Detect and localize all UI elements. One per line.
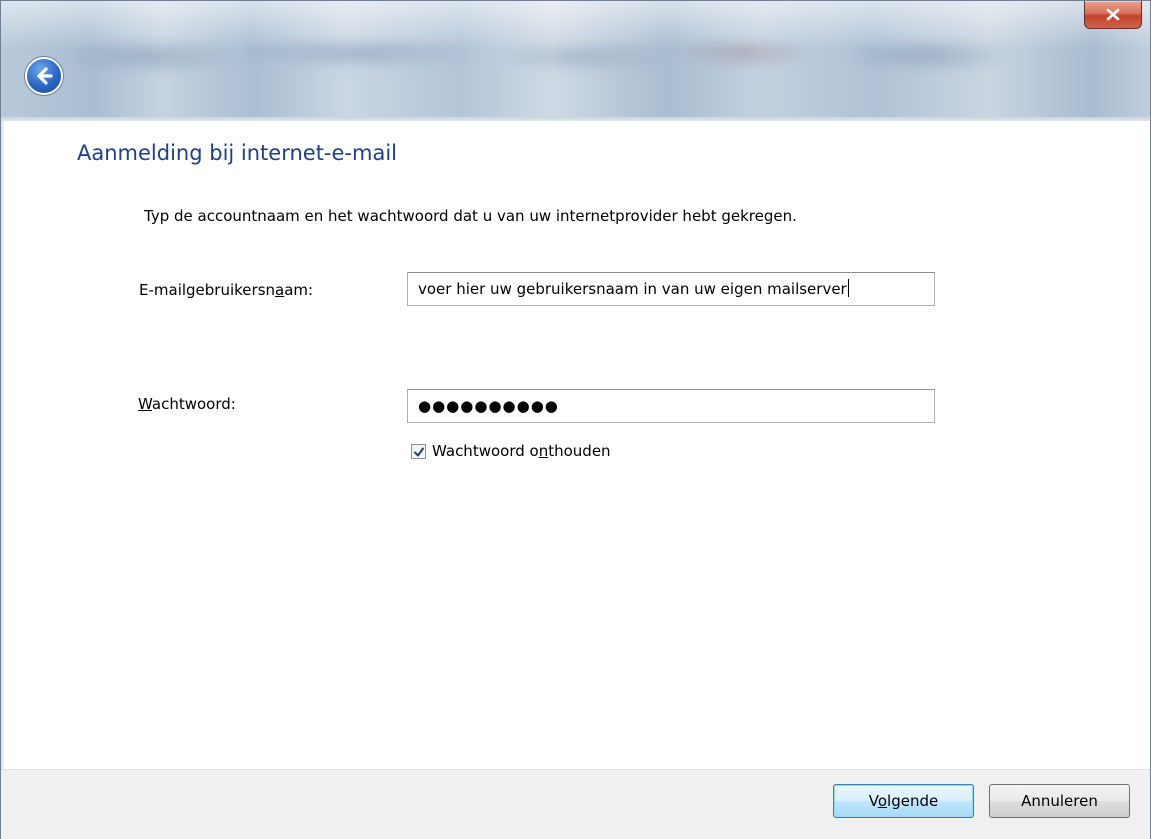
back-button[interactable]: [25, 57, 63, 95]
cancel-button[interactable]: Annuleren: [989, 784, 1130, 818]
remember-password-option[interactable]: Wachtwoord onthouden: [411, 440, 611, 462]
glass-background: [71, 29, 1091, 99]
password-input[interactable]: ●●●●●●●●●●: [407, 389, 935, 423]
username-value: voer hier uw gebruikersnaam in van uw ei…: [418, 280, 847, 298]
command-area: Volgende Annuleren: [1, 769, 1150, 839]
username-input[interactable]: voer hier uw gebruikersnaam in van uw ei…: [407, 272, 935, 306]
checkmark-icon: [414, 447, 424, 456]
next-button[interactable]: Volgende: [833, 784, 974, 818]
back-arrow-icon: [37, 67, 53, 85]
remember-password-label: Wachtwoord onthouden: [432, 442, 611, 460]
instruction-text: Typ de accountnaam en het wachtwoord dat…: [144, 207, 797, 225]
dialog-window: Aanmelding bij internet-e-mail Typ de ac…: [0, 0, 1151, 839]
password-label: Wachtwoord:: [138, 395, 236, 413]
text-caret: [847, 279, 849, 297]
close-button[interactable]: [1084, 1, 1142, 29]
close-icon: [1106, 8, 1120, 21]
page-title: Aanmelding bij internet-e-mail: [77, 141, 398, 165]
title-bar: [1, 1, 1150, 121]
username-label: E-mailgebruikersnaam:: [139, 281, 314, 299]
remember-password-checkbox[interactable]: [411, 443, 426, 459]
password-value: ●●●●●●●●●●: [418, 397, 559, 415]
